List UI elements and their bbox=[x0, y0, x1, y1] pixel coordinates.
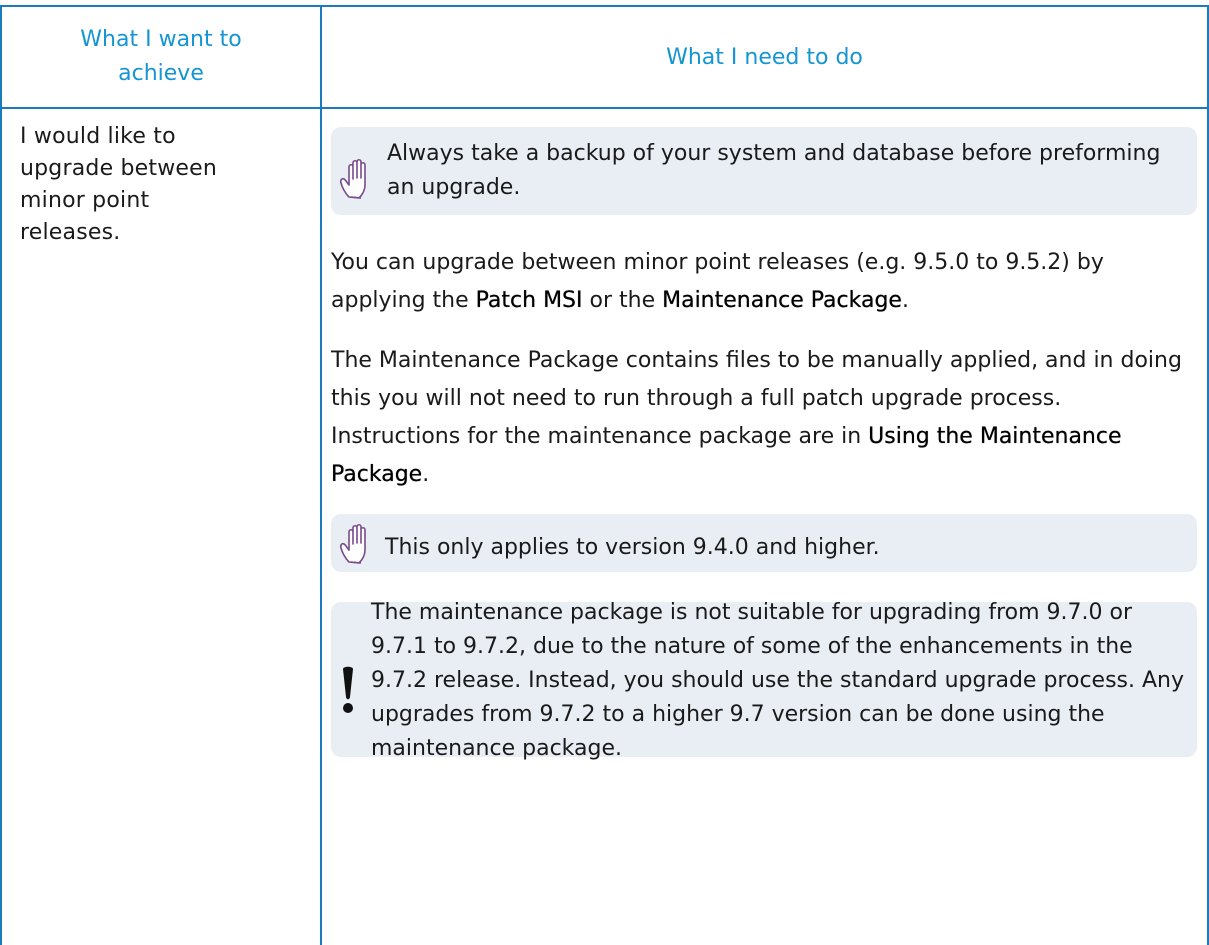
goal-text: I would like to upgrade between minor po… bbox=[20, 124, 218, 245]
backup-note: Always take a backup of your system and … bbox=[331, 127, 1197, 215]
upgrade-paragraph: You can upgrade between minor point rele… bbox=[331, 244, 1197, 320]
upgrade-text-end: . bbox=[901, 288, 909, 313]
goal-cell: I would like to upgrade between minor po… bbox=[20, 121, 310, 249]
column-divider bbox=[320, 7, 322, 945]
exclamation-icon bbox=[339, 665, 357, 715]
warning-text: The maintenance package is not suitable … bbox=[371, 599, 1185, 761]
patch-msi-term: Patch MSI bbox=[475, 288, 583, 313]
header-what-i-want: What I want to achieve bbox=[2, 7, 320, 107]
header-divider bbox=[2, 107, 1207, 109]
header-col2-label: What I need to do bbox=[666, 44, 863, 70]
version-note: This only applies to version 9.4.0 and h… bbox=[331, 514, 1197, 572]
raised-hand-icon bbox=[339, 522, 375, 566]
backup-note-text: Always take a backup of your system and … bbox=[387, 141, 1161, 200]
maintenance-package-term: Maintenance Package bbox=[662, 288, 902, 313]
header-what-i-need: What I need to do bbox=[322, 7, 1207, 107]
upgrade-text-middle: or the bbox=[582, 288, 663, 313]
instructions-cell: Always take a backup of your system and … bbox=[331, 127, 1197, 761]
version-note-text: This only applies to version 9.4.0 and h… bbox=[385, 534, 880, 560]
header-col1-label: What I want to achieve bbox=[80, 27, 242, 86]
maintenance-paragraph: The Maintenance Package contains files t… bbox=[331, 342, 1197, 494]
maintenance-text-end: . bbox=[422, 462, 430, 487]
raised-hand-icon bbox=[339, 155, 375, 203]
warning-note: The maintenance package is not suitable … bbox=[331, 600, 1197, 761]
